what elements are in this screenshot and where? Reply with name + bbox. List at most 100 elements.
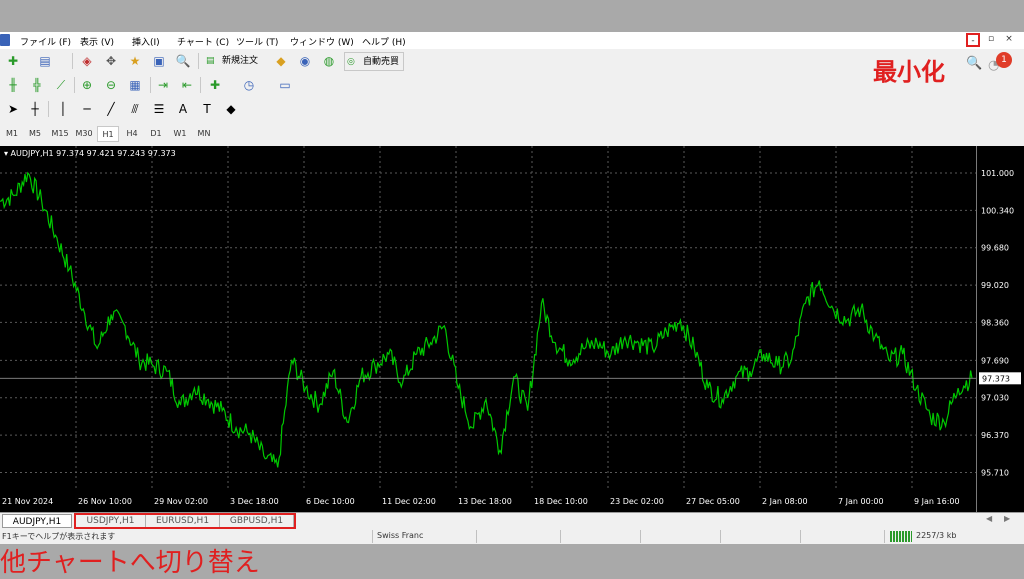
tf-w1[interactable]: W1 [169, 126, 191, 142]
web-icon[interactable]: ◍ [320, 52, 338, 70]
toolbar-separator [72, 53, 73, 69]
toolbar-standard: ✚ ▤ ◈ ✥ ★ ▣ 🔍 ▤ 新規注文 ◆ ◉ ◍ ◎ 自動売買 [0, 50, 1024, 72]
menu-tools[interactable]: ツール (T) [236, 35, 278, 48]
search-icon[interactable]: 🔍 [966, 56, 982, 71]
tab-scroll-right-icon[interactable]: ▶ [1004, 514, 1010, 523]
menu-help[interactable]: ヘルプ (H) [362, 35, 406, 48]
periods-icon[interactable]: ◷ [240, 76, 258, 94]
tile-windows-icon[interactable]: ▦ [126, 76, 144, 94]
status-divider [476, 530, 477, 543]
time-tick-label: 18 Dec 10:00 [534, 497, 588, 506]
connection-bars-icon [890, 531, 912, 542]
arrows-icon[interactable]: ◆ [222, 100, 240, 118]
menu-insert[interactable]: 挿入(I) [132, 35, 160, 48]
profiles-icon[interactable]: ▤ [36, 52, 54, 70]
mt4-window: ファイル (F) 表示 (V) 挿入(I) チャート (C) ツール (T) ウ… [0, 32, 1024, 544]
toolbar-separator [198, 53, 199, 69]
tab-audjpy[interactable]: AUDJPY,H1 [2, 514, 72, 528]
price-tick-label: 96.370 [981, 431, 1009, 440]
bar-chart-icon[interactable]: ╫ [4, 76, 22, 94]
menu-file[interactable]: ファイル (F) [20, 35, 71, 48]
price-chart: 21 Nov 2024 26 Nov 10:00 29 Nov 02:00 3 Dec… [0, 146, 976, 506]
autoscroll-icon[interactable]: ⇥ [154, 76, 172, 94]
app-icon [0, 34, 10, 46]
horizontal-line-icon[interactable]: ─ [78, 100, 96, 118]
cursor-icon[interactable]: ➤ [4, 100, 22, 118]
menu-bar: ファイル (F) 表示 (V) 挿入(I) チャート (C) ツール (T) ウ… [0, 32, 1024, 49]
time-tick-label: 3 Dec 18:00 [230, 497, 279, 506]
tf-h1[interactable]: H1 [97, 126, 119, 142]
crosshair-icon[interactable]: ✥ [102, 52, 120, 70]
tf-m30[interactable]: M30 [72, 126, 96, 142]
time-tick-label: 9 Jan 16:00 [914, 497, 960, 506]
toolbar-charts: ╫ ╬ ⟋ ⊕ ⊖ ▦ ⇥ ⇤ ✚ ◷ ▭ [0, 74, 1024, 96]
top-band [0, 0, 1024, 32]
toolbar-separator [74, 77, 75, 93]
price-tick-label: 98.360 [981, 318, 1009, 327]
zoom-out-icon[interactable]: ⊖ [102, 76, 120, 94]
auto-trading-label: 自動売買 [363, 57, 400, 67]
metaeditor-icon[interactable]: ◆ [272, 52, 290, 70]
auto-trading-button[interactable]: ◎ 自動売買 [344, 52, 405, 71]
price-axis: 101.000 100.340 99.680 99.020 98.360 97.690 97… [976, 146, 1024, 512]
chart-area[interactable]: 21 Nov 2024 26 Nov 10:00 29 Nov 02:00 3 Dec… [0, 146, 976, 512]
price-tick-label: 97.030 [981, 394, 1009, 403]
price-series-line [0, 171, 973, 468]
tf-h4[interactable]: H4 [121, 126, 143, 142]
status-divider [884, 530, 885, 543]
chart-shift-icon[interactable]: ⇤ [178, 76, 196, 94]
navigator-icon[interactable]: ★ [126, 52, 144, 70]
menu-chart[interactable]: チャート (C) [177, 35, 229, 48]
menu-view[interactable]: 表示 (V) [80, 35, 114, 48]
zoom-in-icon[interactable]: ⊕ [78, 76, 96, 94]
new-chart-icon[interactable]: ✚ [4, 52, 22, 70]
price-axis-labels: 101.000 100.340 99.680 99.020 98.360 97.690 97… [979, 169, 1021, 477]
trendline-icon[interactable]: ╱ [102, 100, 120, 118]
tf-mn[interactable]: MN [193, 126, 215, 142]
new-order-button[interactable]: ▤ 新規注文 [204, 52, 258, 71]
signals-icon[interactable]: ◉ [296, 52, 314, 70]
tf-m1[interactable]: M1 [2, 126, 22, 142]
text-tool-icon[interactable]: A [174, 100, 192, 118]
tf-m15[interactable]: M15 [48, 126, 72, 142]
fibonacci-icon[interactable]: ☰ [150, 100, 168, 118]
status-help-text: F1キーでヘルプが表示されます [2, 532, 116, 541]
app-root: ファイル (F) 表示 (V) 挿入(I) チャート (C) ツール (T) ウ… [0, 0, 1024, 578]
price-tick-label: 99.020 [981, 281, 1009, 290]
auto-trading-icon: ◎ [347, 57, 355, 67]
time-tick-label: 21 Nov 2024 [2, 497, 53, 506]
status-divider [640, 530, 641, 543]
time-tick-label: 13 Dec 18:00 [458, 497, 512, 506]
annotation-minimize: 最小化 [873, 58, 945, 86]
text-label-icon[interactable]: T [198, 100, 216, 118]
minimize-button[interactable]: - [966, 33, 980, 47]
equidistant-channel-icon[interactable]: ⫻ [126, 100, 144, 118]
tf-m5[interactable]: M5 [24, 126, 46, 142]
menu-window[interactable]: ウィンドウ (W) [290, 35, 354, 48]
strategy-tester-icon[interactable]: 🔍 [174, 52, 192, 70]
price-tick-label: 100.340 [981, 206, 1014, 215]
toolbar-line-studies: ➤ ┼ │ ─ ╱ ⫻ ☰ A T ◆ [0, 98, 1024, 120]
market-watch-icon[interactable]: ◈ [78, 52, 96, 70]
notification-badge[interactable]: 1 [996, 52, 1012, 68]
close-button[interactable]: × [1002, 33, 1016, 47]
time-tick-label: 23 Dec 02:00 [610, 497, 664, 506]
crosshair-tool-icon[interactable]: ┼ [26, 100, 44, 118]
time-tick-label: 26 Nov 10:00 [78, 497, 132, 506]
restore-button[interactable]: ▫ [984, 33, 998, 47]
terminal-icon[interactable]: ▣ [150, 52, 168, 70]
indicators-icon[interactable]: ✚ [206, 76, 224, 94]
status-traffic: 2257/3 kb [916, 531, 957, 540]
time-tick-label: 27 Dec 05:00 [686, 497, 740, 506]
tab-scroll-left-icon[interactable]: ◀ [986, 514, 992, 523]
price-tick-label: 95.710 [981, 468, 1009, 477]
line-chart-icon[interactable]: ⟋ [52, 76, 70, 94]
time-tick-label: 11 Dec 02:00 [382, 497, 436, 506]
time-tick-label: 6 Dec 10:00 [306, 497, 355, 506]
candlestick-icon[interactable]: ╬ [28, 76, 46, 94]
tf-d1[interactable]: D1 [145, 126, 167, 142]
new-order-icon: ▤ [206, 56, 215, 66]
chart-info-label: ▾ AUDJPY,H1 97.374 97.421 97.243 97.373 [4, 149, 176, 158]
vertical-line-icon[interactable]: │ [54, 100, 72, 118]
templates-icon[interactable]: ▭ [276, 76, 294, 94]
